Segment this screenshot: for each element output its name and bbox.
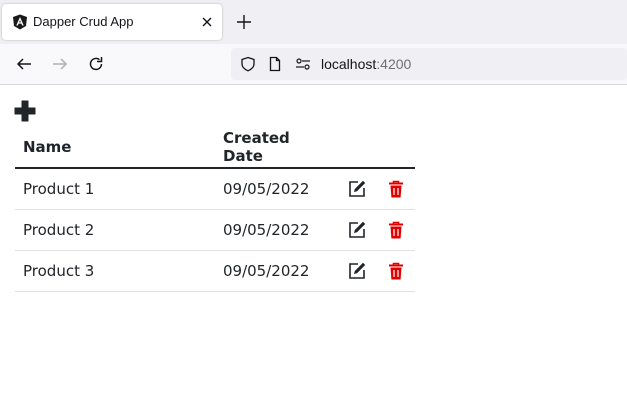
cell-created-date: 09/05/2022 (215, 250, 339, 292)
page-content: Name Created Date Product 1 09/05/2022 P… (0, 86, 627, 409)
table-row: Product 3 09/05/2022 (15, 250, 415, 292)
plus-icon[interactable] (234, 12, 254, 32)
angular-icon (13, 14, 27, 30)
close-icon[interactable] (199, 14, 215, 30)
page-icon[interactable] (267, 56, 283, 72)
back-arrow-icon[interactable] (14, 54, 34, 74)
browser-tab[interactable]: Dapper Crud App (2, 4, 222, 40)
permissions-icon[interactable] (295, 56, 311, 72)
forward-arrow-icon[interactable] (50, 54, 70, 74)
cell-actions (339, 168, 415, 210)
cell-name: Product 2 (15, 209, 215, 251)
column-header-actions (339, 127, 415, 169)
cell-created-date: 09/05/2022 (215, 168, 339, 210)
url-host: localhost (321, 56, 377, 72)
trash-icon[interactable] (386, 179, 406, 199)
table-row: Product 2 09/05/2022 (15, 209, 415, 251)
plus-icon[interactable] (14, 100, 36, 122)
column-header-name: Name (15, 127, 215, 169)
products-table: Name Created Date Product 1 09/05/2022 P… (15, 127, 415, 292)
tab-strip: Dapper Crud App (0, 0, 627, 44)
address-bar[interactable]: localhost:4200 (231, 48, 627, 80)
cell-name: Product 1 (15, 168, 215, 210)
navigation-toolbar: localhost:4200 (0, 44, 627, 85)
cell-actions (339, 250, 415, 292)
cell-actions (339, 209, 415, 251)
reload-icon[interactable] (86, 54, 106, 74)
table-row: Product 1 09/05/2022 (15, 168, 415, 210)
url-text[interactable]: localhost:4200 (321, 56, 411, 72)
trash-icon[interactable] (386, 261, 406, 281)
table-header-row: Name Created Date (15, 127, 415, 169)
trash-icon[interactable] (386, 220, 406, 240)
cell-created-date: 09/05/2022 (215, 209, 339, 251)
column-header-created-date: Created Date (215, 127, 339, 169)
tab-title: Dapper Crud App (33, 14, 134, 29)
edit-icon[interactable] (347, 179, 367, 199)
cell-name: Product 3 (15, 250, 215, 292)
shield-icon[interactable] (240, 56, 256, 72)
edit-icon[interactable] (347, 220, 367, 240)
edit-icon[interactable] (347, 261, 367, 281)
url-port: :4200 (376, 56, 412, 72)
